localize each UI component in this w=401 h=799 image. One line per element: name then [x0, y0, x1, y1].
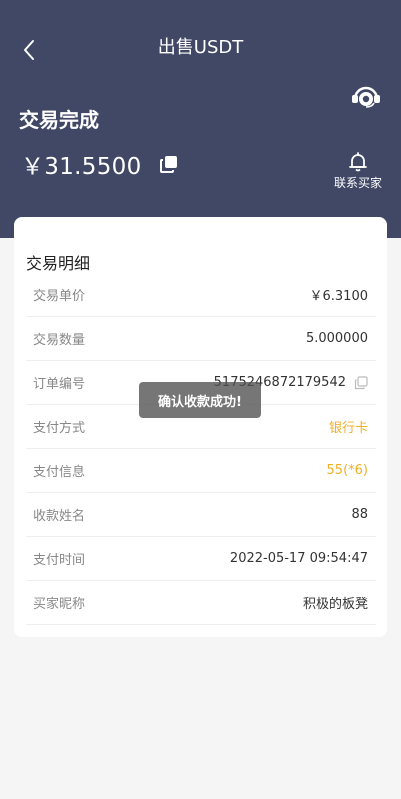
detail-value: 5.000000: [305, 331, 368, 346]
amount-row: ￥31.5500: [21, 151, 180, 183]
detail-value: 2022-05-17 09:54:47: [229, 551, 368, 566]
bell-icon: [349, 152, 367, 172]
copy-order-number-button[interactable]: [354, 375, 368, 390]
detail-label: 交易单价: [33, 289, 86, 304]
detail-label: 支付方式: [33, 421, 86, 436]
detail-row-unit-price: 交易单价 ￥6.3100: [26, 273, 376, 317]
detail-row-quantity: 交易数量 5.000000: [26, 317, 376, 361]
detail-row-payment-time: 支付时间 2022-05-17 09:54:47: [26, 537, 376, 581]
detail-row-payee-name: 收款姓名 88: [26, 493, 376, 537]
copy-amount-button[interactable]: [158, 153, 180, 175]
contact-buyer-button[interactable]: 联系买家: [330, 152, 386, 191]
page-title: 出售USDT: [157, 37, 244, 58]
amount-value: ￥31.5500: [21, 154, 142, 180]
headset-icon: [352, 86, 380, 108]
copy-icon: [354, 375, 368, 389]
header: 出售USDT 交易完成 ￥31.5500 联系买家: [0, 0, 401, 238]
detail-value: 积极的板凳: [302, 597, 368, 612]
detail-row-buyer-nickname: 买家昵称 积极的板凳: [26, 581, 376, 625]
detail-value: 88: [351, 507, 368, 522]
detail-row-payment-info: 支付信息 55(*6): [26, 449, 376, 493]
detail-label: 收款姓名: [33, 509, 86, 524]
detail-value: ￥6.3100: [309, 289, 369, 304]
customer-service-button[interactable]: [350, 82, 382, 110]
detail-label: 支付信息: [33, 465, 86, 480]
detail-label: 买家昵称: [33, 597, 86, 612]
detail-value[interactable]: 55(*6): [327, 463, 368, 478]
toast-message: 确认收款成功!: [139, 382, 261, 418]
detail-label: 交易数量: [33, 333, 86, 348]
contact-buyer-label: 联系买家: [333, 176, 382, 190]
details-list: 交易单价 ￥6.3100 交易数量 5.000000 订单编号 51752468…: [26, 273, 376, 625]
detail-value: 银行卡: [328, 421, 368, 436]
copy-icon: [159, 156, 177, 173]
status-title: 交易完成: [19, 108, 99, 132]
detail-label: 订单编号: [33, 377, 86, 392]
details-card: 交易明细 交易单价 ￥6.3100 交易数量 5.000000 订单编号 517…: [14, 217, 387, 637]
detail-label: 支付时间: [33, 553, 86, 568]
details-title: 交易明细: [26, 254, 91, 273]
